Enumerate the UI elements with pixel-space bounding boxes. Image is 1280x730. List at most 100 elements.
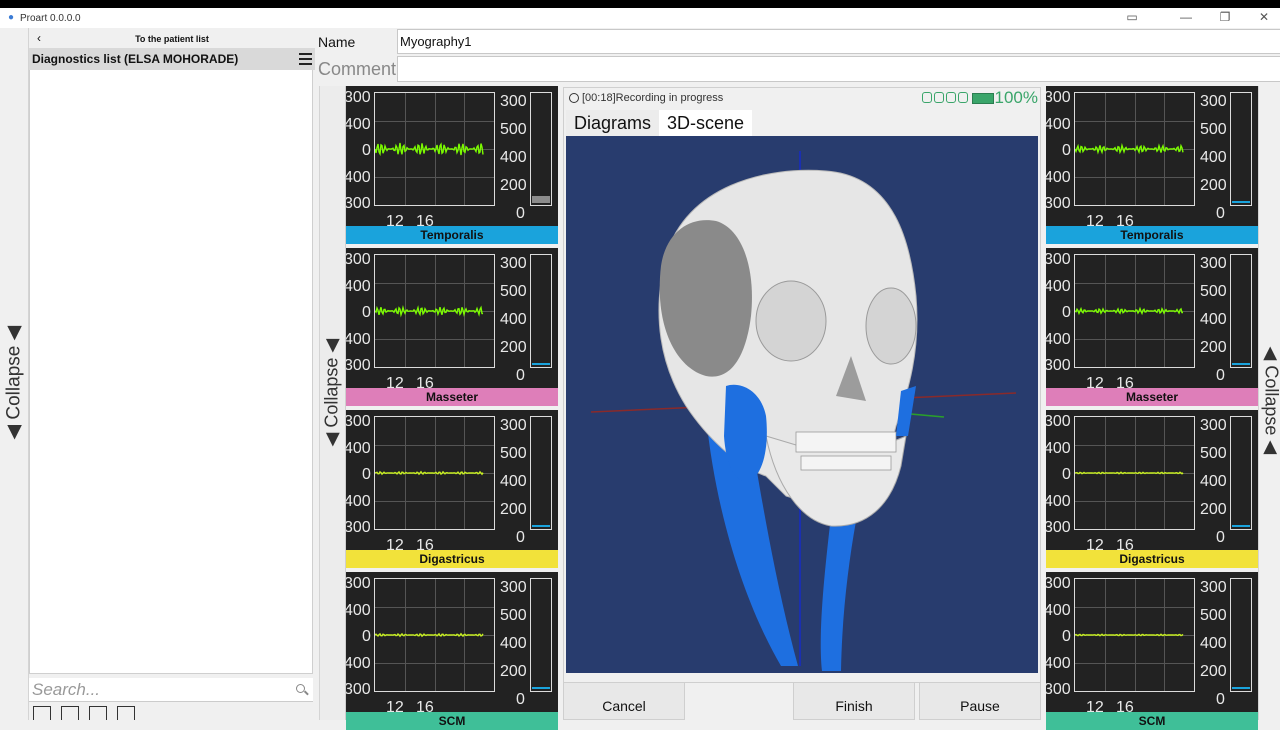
3d-scene-viewport[interactable] bbox=[566, 136, 1038, 673]
app-icon: ● bbox=[4, 11, 18, 25]
bar-tick-label: 500 bbox=[1200, 122, 1227, 138]
emg-plot bbox=[1074, 416, 1195, 530]
connection-icon bbox=[958, 92, 968, 103]
signal-icon bbox=[934, 92, 944, 103]
y-tick-label: 300 bbox=[1046, 196, 1071, 212]
y-tick-label: 400 bbox=[1046, 117, 1071, 133]
y-tick-label: 0 bbox=[362, 143, 371, 159]
search-icon[interactable] bbox=[296, 684, 305, 693]
level-bar bbox=[1230, 254, 1252, 368]
filter-list-icon[interactable] bbox=[117, 706, 135, 720]
bar-tick-label: 200 bbox=[500, 502, 527, 518]
y-tick-label: 0 bbox=[362, 305, 371, 321]
record-indicator-icon bbox=[569, 93, 579, 103]
y-tick-label: 400 bbox=[1046, 279, 1071, 295]
bar-tick-label: 300 bbox=[1200, 94, 1227, 110]
bar-tick-label: 200 bbox=[1200, 340, 1227, 356]
y-tick-label: 0 bbox=[1062, 143, 1071, 159]
pause-button[interactable]: Pause bbox=[919, 682, 1041, 720]
muscle-label: Masseter bbox=[346, 388, 558, 406]
level-bar bbox=[530, 92, 552, 206]
skull-3d-model bbox=[566, 136, 1038, 673]
details-view-icon[interactable] bbox=[61, 706, 79, 720]
hamburger-menu-icon[interactable] bbox=[299, 53, 312, 65]
y-tick-label: 300 bbox=[1046, 414, 1071, 430]
maximize-button[interactable]: ❐ bbox=[1206, 8, 1244, 28]
emg-chart: 300400040030030050040020001216Masseter bbox=[346, 248, 558, 406]
y-tick-label: 400 bbox=[346, 332, 371, 348]
muscle-label: Temporalis bbox=[346, 226, 558, 244]
muscle-label: Masseter bbox=[1046, 388, 1258, 406]
minimize-button[interactable]: — bbox=[1167, 8, 1205, 28]
y-tick-label: 0 bbox=[1062, 467, 1071, 483]
y-tick-label: 400 bbox=[346, 279, 371, 295]
diagnostics-list-title: Diagnostics list (ELSA MOHORADE) bbox=[32, 52, 238, 66]
restore-mode-icon[interactable]: ▭ bbox=[1113, 8, 1151, 28]
y-tick-label: 300 bbox=[346, 682, 371, 698]
emg-chart: 300400040030030050040020001216Digastricu… bbox=[346, 410, 558, 568]
list-view-icon[interactable] bbox=[33, 706, 51, 720]
cancel-button[interactable]: Cancel bbox=[563, 682, 685, 720]
bar-tick-label: 0 bbox=[1216, 692, 1225, 708]
close-button[interactable]: ✕ bbox=[1245, 8, 1280, 28]
y-tick-label: 400 bbox=[1046, 494, 1071, 510]
finish-button[interactable]: Finish bbox=[793, 682, 915, 720]
muscle-label: Temporalis bbox=[1046, 226, 1258, 244]
emg-signal-trace bbox=[1075, 309, 1183, 314]
status-text: Recording in progress bbox=[616, 92, 724, 104]
level-bar bbox=[1230, 92, 1252, 206]
bar-tick-label: 0 bbox=[1216, 368, 1225, 384]
device-status-icons bbox=[922, 92, 968, 104]
name-field[interactable]: Myography1 bbox=[397, 29, 1280, 54]
emg-plot bbox=[374, 578, 495, 692]
right-collapse-label: Collapse bbox=[1262, 365, 1280, 435]
level-bar bbox=[1230, 416, 1252, 530]
y-tick-label: 0 bbox=[1062, 305, 1071, 321]
emg-signal-trace bbox=[375, 472, 483, 474]
emg-chart: 300400040030030050040020001216Digastricu… bbox=[1046, 410, 1258, 568]
y-tick-label: 0 bbox=[362, 629, 371, 645]
title-bar: ● Proart 0.0.0.0 ▭ — ❐ ✕ bbox=[0, 8, 1280, 28]
emg-signal-trace bbox=[1075, 145, 1183, 152]
bar-tick-label: 400 bbox=[500, 150, 527, 166]
bar-tick-label: 400 bbox=[1200, 312, 1227, 328]
bar-tick-label: 0 bbox=[516, 530, 525, 546]
level-bar-fill bbox=[1232, 363, 1250, 365]
back-label: To the patient list bbox=[29, 34, 315, 44]
charts-collapse-label: Collapse bbox=[322, 358, 342, 428]
diagnostics-list bbox=[29, 70, 313, 674]
y-tick-label: 400 bbox=[1046, 656, 1071, 672]
tab-diagrams[interactable]: Diagrams bbox=[566, 110, 659, 136]
sort-icon[interactable] bbox=[89, 706, 107, 720]
bar-tick-label: 400 bbox=[1200, 150, 1227, 166]
top-strip bbox=[0, 0, 1280, 8]
level-bar-fill bbox=[532, 687, 550, 689]
y-tick-label: 400 bbox=[346, 494, 371, 510]
level-bar bbox=[530, 254, 552, 368]
bar-tick-label: 300 bbox=[1200, 418, 1227, 434]
tab-3d-scene[interactable]: 3D-scene bbox=[659, 110, 752, 136]
emg-chart: 300400040030030050040020001216Temporalis bbox=[346, 86, 558, 244]
bar-tick-label: 500 bbox=[1200, 608, 1227, 624]
search-input[interactable] bbox=[29, 678, 279, 702]
sensors-icon bbox=[946, 92, 956, 103]
left-collapse-strip[interactable]: ◀ Collapse ◀ bbox=[0, 28, 29, 720]
back-to-patients[interactable]: ‹ To the patient list bbox=[29, 30, 315, 48]
bar-tick-label: 300 bbox=[500, 580, 527, 596]
emg-signal-trace bbox=[375, 143, 483, 155]
comment-field[interactable] bbox=[397, 56, 1280, 82]
level-bar-fill bbox=[532, 363, 550, 365]
y-tick-label: 300 bbox=[1046, 252, 1071, 268]
right-collapse-strip[interactable]: ◀ Collapse ◀ bbox=[1258, 86, 1280, 720]
collapse-arrow-icon: ◀ bbox=[322, 428, 342, 447]
y-tick-label: 300 bbox=[1046, 576, 1071, 592]
bar-tick-label: 500 bbox=[500, 284, 527, 300]
charts-collapse-strip[interactable]: ◀ Collapse ◀ bbox=[319, 86, 346, 720]
y-tick-label: 400 bbox=[346, 117, 371, 133]
y-tick-label: 300 bbox=[346, 414, 371, 430]
bar-tick-label: 0 bbox=[516, 206, 525, 222]
muscle-label: SCM bbox=[346, 712, 558, 730]
bar-tick-label: 500 bbox=[500, 446, 527, 462]
y-tick-label: 400 bbox=[1046, 441, 1071, 457]
battery-icon bbox=[972, 93, 994, 104]
